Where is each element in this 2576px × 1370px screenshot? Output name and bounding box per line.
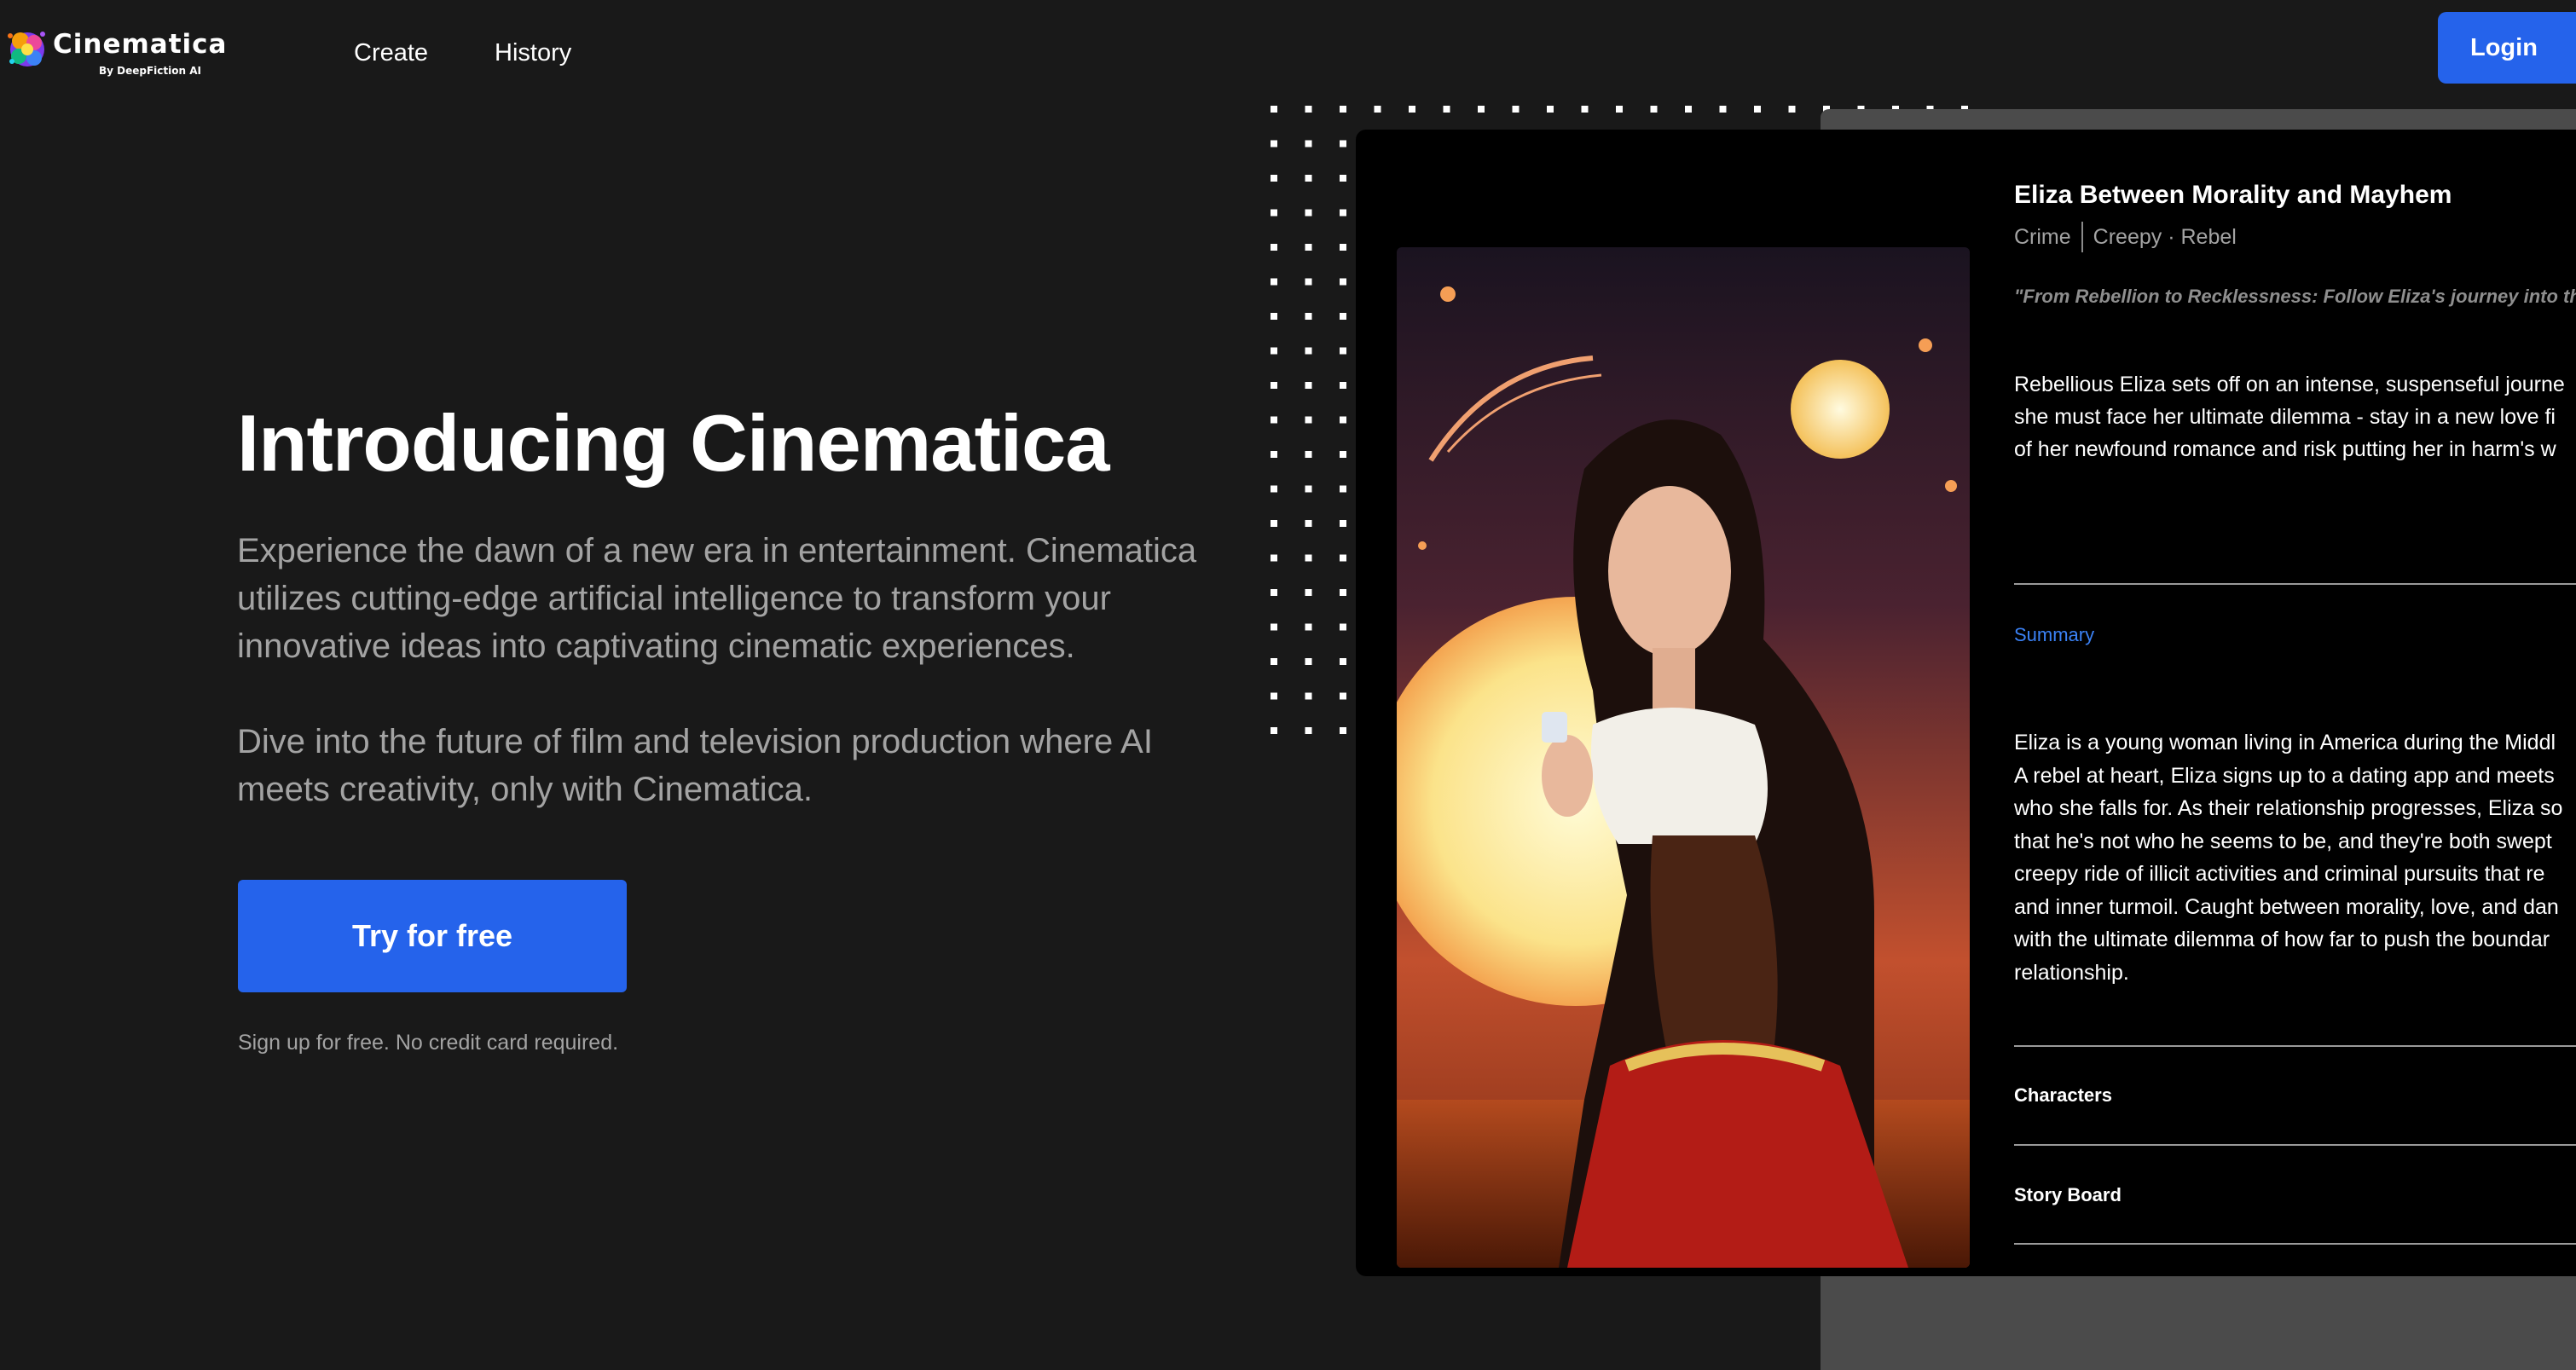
summary-line: who she falls for. As their relationship… — [2014, 796, 2563, 820]
tag-separator — [2081, 222, 2083, 252]
summary-tab[interactable]: Summary — [2014, 624, 2094, 646]
story-details: Eliza Between Morality and Mayhem Crime … — [2014, 130, 2576, 1276]
intro-line: Rebellious Eliza sets off on an intense,… — [2014, 373, 2565, 396]
logo-name: Cinematica — [53, 29, 228, 60]
signup-note: Sign up for free. No credit card require… — [238, 1031, 619, 1055]
storyboard-tab[interactable]: Story Board — [2014, 1184, 2122, 1206]
summary-line: and inner turmoil. Caught between morali… — [2014, 894, 2559, 919]
cinematica-logo-icon — [8, 32, 45, 66]
summary-text: Eliza is a young woman living in America… — [2014, 726, 2576, 989]
summary-line: relationship. — [2014, 960, 2129, 985]
login-button[interactable]: Login — [2438, 12, 2576, 84]
story-intro: Rebellious Eliza sets off on an intense,… — [2014, 368, 2576, 465]
landing-page: Cinematica By DeepFiction AI Create Hist… — [0, 0, 2576, 1370]
nav-history[interactable]: History — [495, 39, 571, 67]
divider — [2014, 1243, 2576, 1245]
divider — [2014, 583, 2576, 585]
mood-tags: Creepy · Rebel — [2093, 224, 2237, 249]
intro-line: of her newfound romance and risk putting… — [2014, 437, 2556, 461]
summary-line: that he's not who he seems to be, and th… — [2014, 829, 2552, 853]
hero-title: Introducing Cinematica — [237, 398, 1110, 488]
hero-description-secondary: Dive into the future of film and televis… — [237, 723, 1153, 808]
story-cover-image — [1397, 247, 1970, 1268]
intro-line: she must face her ultimate dilemma - sta… — [2014, 405, 2556, 429]
divider — [2014, 1144, 2576, 1146]
divider — [2014, 1045, 2576, 1047]
summary-line: with the ultimate dilemma of how far to … — [2014, 928, 2550, 951]
genre-tag: Crime — [2014, 224, 2071, 249]
try-for-free-button[interactable]: Try for free — [238, 880, 627, 992]
story-card: Eliza Between Morality and Mayhem Crime … — [1356, 130, 2576, 1276]
logo[interactable]: Cinematica By DeepFiction AI — [5, 20, 226, 80]
nav-create[interactable]: Create — [354, 39, 428, 67]
summary-line: Eliza is a young woman living in America… — [2014, 731, 2556, 754]
story-tags: Crime Creepy · Rebel — [2014, 222, 2237, 252]
hero-description: Experience the dawn of a new era in ente… — [237, 532, 1197, 665]
story-tagline: "From Rebellion to Recklessness: Follow … — [2014, 286, 2576, 307]
characters-tab[interactable]: Characters — [2014, 1084, 2112, 1107]
story-title: Eliza Between Morality and Mayhem — [2014, 181, 2452, 209]
logo-subtitle: By DeepFiction AI — [99, 65, 201, 77]
summary-line: A rebel at heart, Eliza signs up to a da… — [2014, 763, 2555, 788]
summary-line: creepy ride of illicit activities and cr… — [2014, 862, 2545, 886]
